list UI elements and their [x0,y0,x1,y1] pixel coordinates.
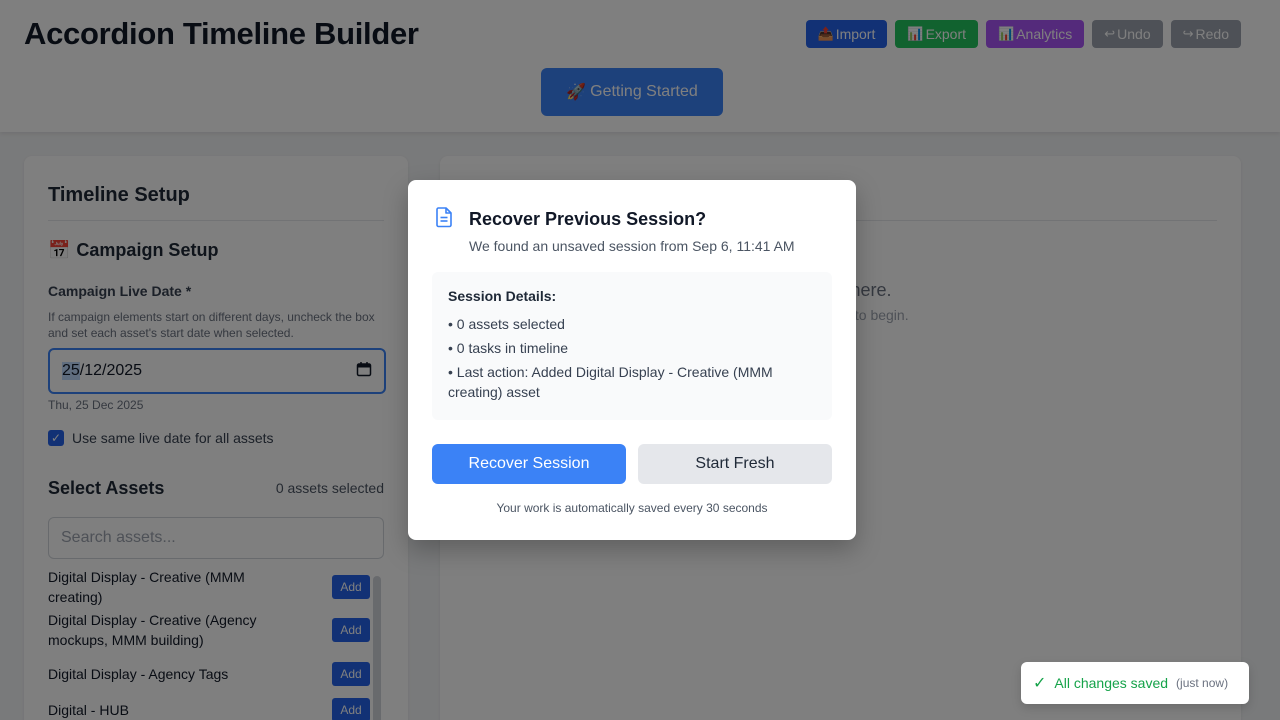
session-detail-line: • Last action: Added Digital Display - C… [448,364,773,400]
session-details-title: Session Details: [448,288,557,304]
session-detail-line: • 0 assets selected [448,316,565,332]
recover-session-dialog: Recover Previous Session? We found an un… [408,180,856,540]
save-status-time: (just now) [1176,676,1229,690]
recover-session-button[interactable]: Recover Session [432,444,626,484]
save-status-toast: ✓ All changes saved (just now) [1021,662,1249,704]
dialog-subtitle: We found an unsaved session from Sep 6, … [469,238,795,254]
document-icon [434,206,454,228]
autosave-note: Your work is automatically saved every 3… [496,501,768,515]
session-details: Session Details: • 0 assets selected • 0… [432,272,832,420]
dialog-title: Recover Previous Session? [469,209,707,229]
start-fresh-button[interactable]: Start Fresh [638,444,832,484]
session-detail-line: • 0 tasks in timeline [448,340,569,356]
check-icon: ✓ [1033,675,1047,692]
save-status-text: All changes saved [1054,675,1169,691]
